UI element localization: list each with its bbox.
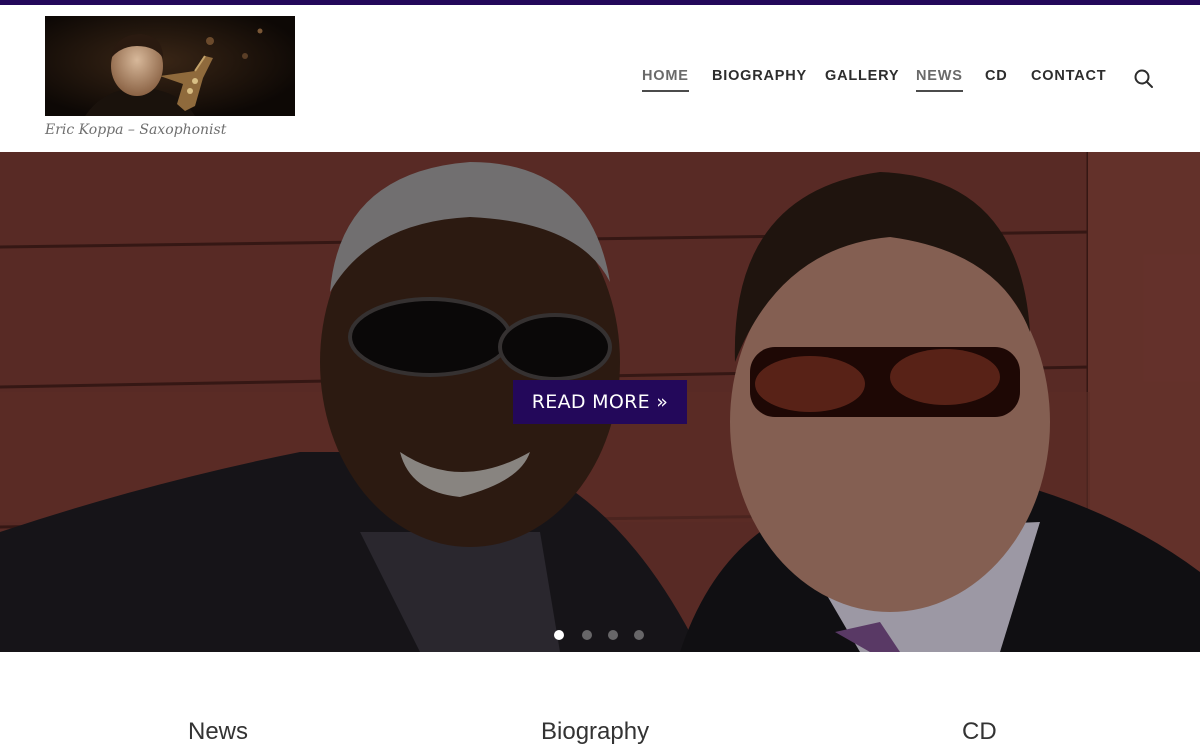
- search-button[interactable]: [1133, 68, 1155, 90]
- nav-item-biography[interactable]: BIOGRAPHY: [712, 68, 807, 90]
- nav-item-news[interactable]: NEWS: [916, 68, 963, 92]
- nav-item-home[interactable]: HOME: [642, 68, 689, 92]
- nav-item-cd[interactable]: CD: [985, 68, 1008, 90]
- site-tagline: Eric Koppa – Saxophonist: [45, 122, 227, 138]
- slider-dot-3[interactable]: [608, 630, 618, 640]
- read-more-button[interactable]: READ MORE »: [513, 380, 687, 424]
- slider-dot-1[interactable]: [554, 630, 564, 640]
- top-accent-bar: [0, 0, 1200, 5]
- logo-saxophonist-photo: [45, 16, 295, 116]
- site-logo[interactable]: [45, 16, 295, 116]
- nav-item-gallery[interactable]: GALLERY: [825, 68, 899, 90]
- slider-dot-2[interactable]: [582, 630, 592, 640]
- nav-item-contact[interactable]: CONTACT: [1031, 68, 1106, 90]
- feature-title-news[interactable]: News: [188, 718, 248, 746]
- feature-title-cd[interactable]: CD: [962, 718, 997, 746]
- slider-dot-4[interactable]: [634, 630, 644, 640]
- search-icon: [1134, 69, 1153, 88]
- main-navigation: HOME BIOGRAPHY GALLERY NEWS CD CONTACT: [0, 68, 1200, 98]
- hero-slider: READ MORE »: [0, 152, 1200, 652]
- feature-title-biography[interactable]: Biography: [541, 718, 649, 746]
